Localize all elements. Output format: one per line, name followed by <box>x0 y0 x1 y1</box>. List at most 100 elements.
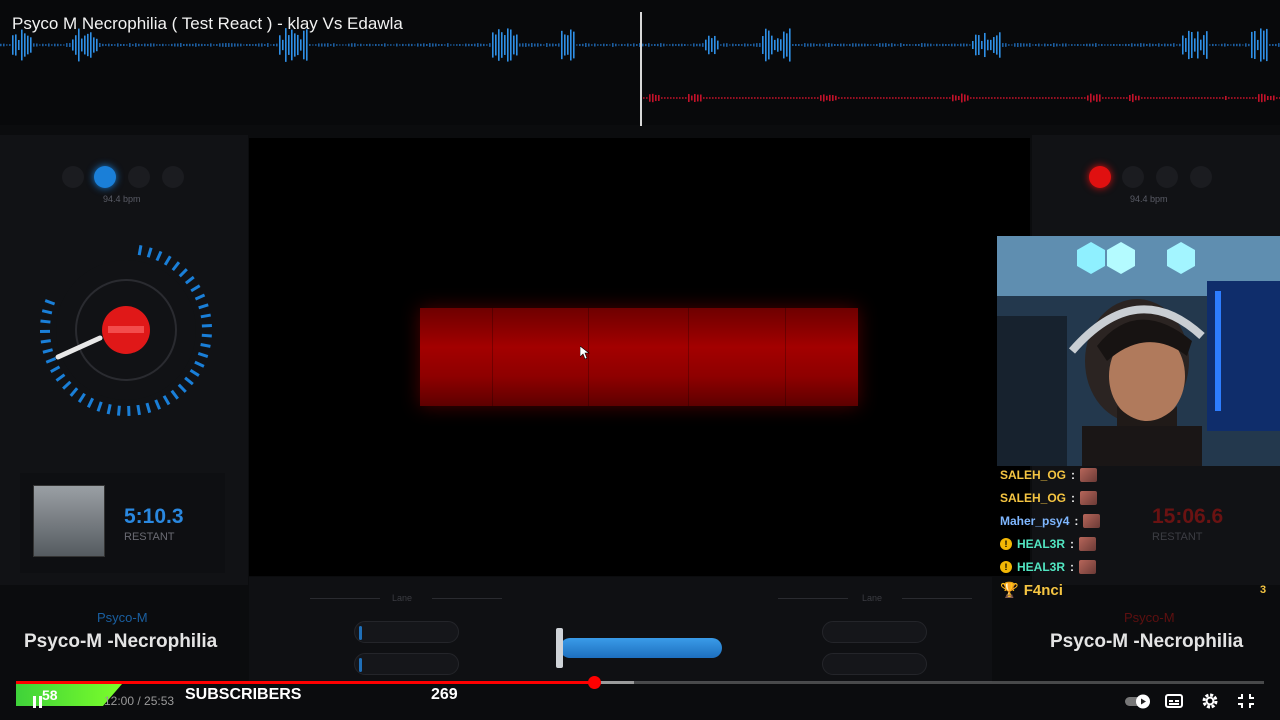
exit-fullscreen-icon[interactable] <box>1236 692 1256 710</box>
chat-separator: : <box>1070 560 1075 574</box>
waveform-bar <box>21 29 23 61</box>
waveform-bar <box>1068 44 1070 46</box>
waveform-bar <box>0 43 2 47</box>
waveform-bar <box>18 39 20 51</box>
waveform-bar <box>1009 97 1011 99</box>
waveform-bar <box>1089 43 1091 47</box>
waveform-bar <box>243 44 245 46</box>
waveform-bar <box>1156 97 1158 99</box>
waveform-bar <box>963 43 965 47</box>
waveform-bar <box>742 97 744 99</box>
waveform-bar <box>804 43 806 47</box>
waveform-bar <box>1275 43 1277 47</box>
waveform-bar <box>396 43 398 47</box>
turntable-tick <box>42 348 53 354</box>
waveform-bar <box>817 97 819 99</box>
waveform-bar <box>1080 44 1082 46</box>
waveform-bar <box>1195 97 1197 99</box>
waveform-bar <box>1138 95 1140 101</box>
waveform-bar <box>12 35 14 55</box>
waveform-bar <box>381 44 383 46</box>
deck-left-dot-4[interactable] <box>162 166 184 188</box>
deck-right-dot-3[interactable] <box>1156 166 1178 188</box>
waveform-bar <box>1251 31 1253 59</box>
waveform-bar <box>849 43 851 47</box>
turntable-tick <box>178 268 188 278</box>
waveform-bar <box>195 43 197 47</box>
waveform-bar <box>54 43 56 47</box>
waveform-bar <box>993 37 995 53</box>
left-fader-top[interactable] <box>354 621 459 643</box>
waveform-bar <box>975 34 977 56</box>
waveform-bar <box>96 38 98 52</box>
waveform-bar <box>357 44 359 46</box>
waveform-bar <box>958 95 960 101</box>
crossfader-track[interactable] <box>560 638 722 658</box>
turntable-tick <box>155 250 163 262</box>
waveform-bar <box>966 43 968 47</box>
right-fader-bottom[interactable] <box>822 653 927 675</box>
waveform-bar <box>501 32 503 58</box>
turntable-left[interactable] <box>40 240 215 420</box>
waveform-bar <box>153 43 155 47</box>
crossfader-handle[interactable] <box>556 628 563 668</box>
play-icon[interactable] <box>30 692 50 710</box>
progress-scrubber[interactable] <box>587 676 601 689</box>
deck-right-dot-2[interactable] <box>1122 166 1144 188</box>
turntable-tick <box>201 333 212 338</box>
waveform-bar <box>729 44 731 46</box>
turntable-tick <box>40 319 51 324</box>
left-fader-bottom[interactable] <box>354 653 459 675</box>
waveform-bar <box>57 43 59 47</box>
chat-username: Maher_psy4 <box>1000 514 1070 528</box>
waveform-bar <box>654 43 656 47</box>
waveform-bar <box>747 43 749 47</box>
deck-left-dot-1[interactable] <box>62 166 84 188</box>
waveform-bar <box>910 97 912 99</box>
subtitles-icon[interactable] <box>1164 692 1184 710</box>
turntable-tick <box>69 387 79 397</box>
waveform-bar <box>987 39 989 51</box>
waveform-bar <box>750 44 752 46</box>
waveform-bar <box>1008 44 1010 46</box>
waveform-bar <box>834 43 836 47</box>
waveform-bar <box>927 43 929 47</box>
waveform-bar <box>1032 44 1034 46</box>
waveform-bar <box>1278 43 1280 47</box>
waveform-bar <box>903 43 905 47</box>
waveform-bar <box>823 94 825 102</box>
deck-left-dot-3[interactable] <box>128 166 150 188</box>
waveform-bar <box>813 43 815 47</box>
waveform-bar <box>853 97 855 99</box>
deck-right-dot-4[interactable] <box>1190 166 1212 188</box>
waveform-bar <box>618 44 620 46</box>
turntable-tick <box>197 352 209 359</box>
settings-gear-icon[interactable] <box>1200 692 1220 710</box>
waveform-bar <box>831 43 833 47</box>
deck-right-dot-active[interactable] <box>1089 166 1111 188</box>
waveform-bar <box>793 97 795 99</box>
deck-left-dot-active[interactable] <box>94 166 116 188</box>
waveform-bar <box>63 44 65 46</box>
waveform-overview[interactable]: Psyco M Necrophilia ( Test React ) - kla… <box>0 0 1280 126</box>
waveform-bar <box>850 97 852 99</box>
waveform-bar <box>942 43 944 47</box>
turntable-tick <box>177 383 187 393</box>
waveform-bar <box>228 43 230 47</box>
waveform-bar <box>1030 97 1032 99</box>
waveform-bar <box>1218 44 1220 46</box>
right-fader-top[interactable] <box>822 621 927 643</box>
playhead-line[interactable] <box>640 12 642 126</box>
waveform-bar <box>633 43 635 47</box>
waveform-bar <box>1210 97 1212 99</box>
waveform-bar <box>1104 44 1106 46</box>
waveform-bar <box>913 97 915 99</box>
waveform-bar <box>1261 93 1263 103</box>
waveform-bar <box>375 43 377 47</box>
waveform-bar <box>468 43 470 47</box>
waveform-bar <box>387 44 389 46</box>
waveform-bar <box>718 97 720 99</box>
waveform-bar <box>45 44 47 46</box>
waveform-bar <box>753 43 755 47</box>
autoplay-toggle-icon[interactable] <box>1124 692 1154 710</box>
